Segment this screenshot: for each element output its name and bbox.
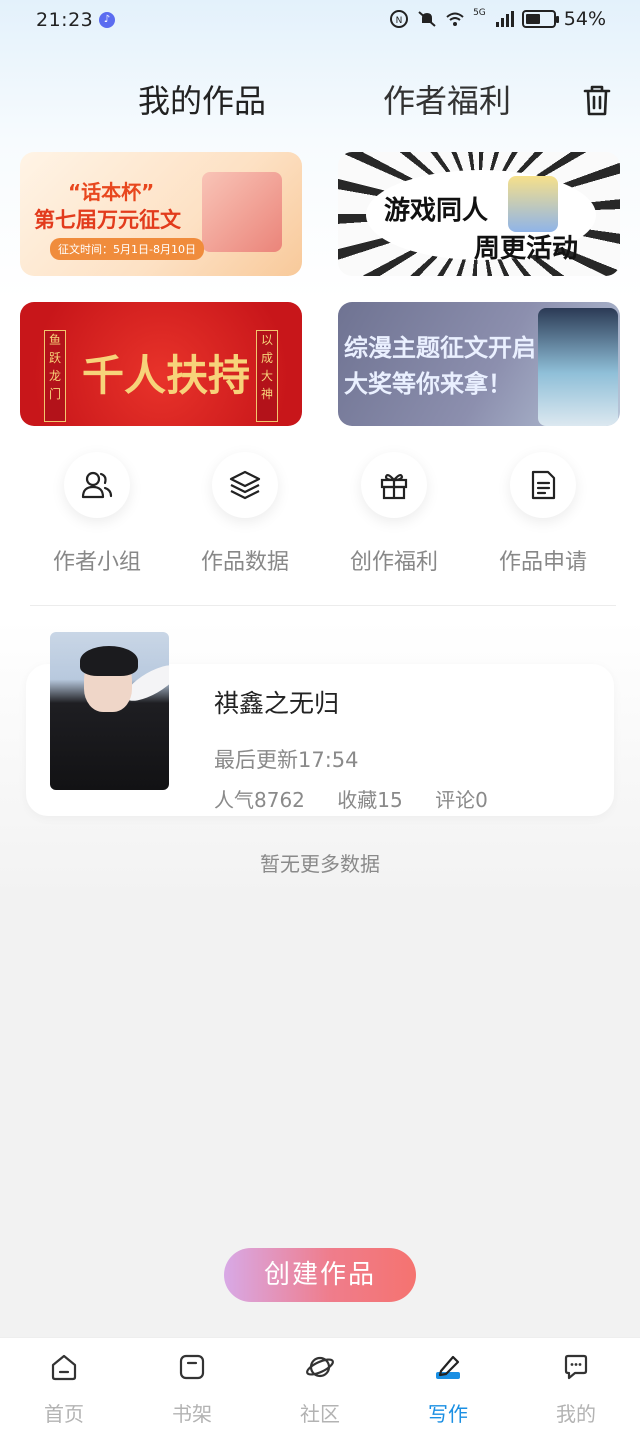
banner-3-line-1: 千人扶持	[82, 351, 251, 400]
banner-1-line-1: “话本杯”	[68, 180, 155, 204]
nav-item-write[interactable]: 写作	[398, 1352, 498, 1427]
status-time: 21:23	[36, 9, 94, 31]
work-last-updated: 最后更新17:54	[214, 748, 359, 772]
nav-label: 社区	[300, 1402, 340, 1426]
nav-label: 我的	[556, 1402, 596, 1426]
work-cover-image[interactable]	[50, 632, 169, 790]
home-icon	[51, 1354, 77, 1381]
work-popularity: 人气8762	[214, 788, 305, 812]
nav-item-community[interactable]: 社区	[270, 1352, 370, 1427]
trash-icon[interactable]	[580, 82, 614, 118]
action-label: 作品数据	[200, 550, 289, 575]
tab-my-works[interactable]: 我的作品	[138, 76, 266, 122]
no-more-data-text: 暂无更多数据	[260, 852, 380, 876]
action-work-application[interactable]: 作品申请	[478, 452, 608, 582]
tab-author-welfare[interactable]: 作者福利	[383, 76, 511, 122]
music-note-icon: ♪	[99, 12, 115, 28]
nfc-icon: N	[390, 10, 409, 28]
anime-character-illustration	[508, 176, 558, 232]
bottom-nav: 首页 书架 社区 写作 我的	[0, 1337, 640, 1433]
planet-icon	[306, 1356, 334, 1378]
action-label: 创作福利	[349, 550, 438, 575]
banner-2-line-1: 游戏同人	[384, 196, 489, 226]
banner-3-right-scroll: 以成大神	[256, 330, 278, 422]
layers-icon	[229, 470, 261, 500]
nav-item-bookshelf[interactable]: 书架	[142, 1352, 242, 1427]
status-bar: 21:23 ♪ N 5G 54%	[0, 0, 640, 44]
document-icon	[531, 470, 556, 500]
nav-label: 首页	[44, 1402, 84, 1426]
banner-4-line-2: 大奖等你来拿！	[344, 369, 512, 398]
battery-text: 54%	[563, 8, 606, 30]
anime-girl-illustration	[538, 308, 618, 426]
action-label: 作品申请	[498, 550, 587, 575]
svg-text:N: N	[396, 16, 403, 26]
signal-icon	[495, 11, 514, 27]
banner-1-line-3: 征文时间：5月1日-8月10日	[50, 238, 204, 260]
cover-hair	[80, 646, 138, 676]
work-comments: 评论0	[435, 788, 488, 812]
battery-icon	[521, 10, 559, 28]
action-author-group[interactable]: 作者小组	[32, 452, 162, 582]
bookshelf-icon	[179, 1354, 205, 1380]
action-creation-welfare[interactable]: 创作福利	[329, 452, 459, 582]
nav-item-mine[interactable]: 我的	[526, 1352, 626, 1427]
users-icon	[81, 471, 113, 499]
create-work-button[interactable]: 创建作品	[224, 1248, 416, 1302]
divider	[30, 605, 616, 606]
work-favorites: 收藏15	[337, 788, 403, 812]
mute-bell-icon	[418, 11, 436, 27]
nav-label: 写作	[428, 1402, 468, 1426]
nav-item-home[interactable]: 首页	[14, 1352, 114, 1427]
banner-3-left-scroll: 鱼跃龙门	[44, 330, 66, 422]
banner-game-fanfic[interactable]: 游戏同人 周更活动	[338, 152, 620, 276]
banner-2-line-2: 周更活动	[474, 234, 579, 264]
gift-icon	[380, 473, 408, 500]
banner-essay-contest[interactable]: “话本杯” 第七届万元征文 征文时间：5月1日-8月10日	[20, 152, 302, 276]
work-title[interactable]: 祺鑫之无归	[214, 684, 339, 720]
action-label: 作者小组	[52, 550, 141, 575]
pen-icon	[436, 1355, 460, 1379]
banner-thousand-support[interactable]: 鱼跃龙门 千人扶持 以成大神	[20, 302, 302, 426]
banner-1-line-2: 第七届万元征文	[34, 208, 181, 232]
books-illustration	[202, 172, 282, 252]
work-stats: 人气8762 收藏15 评论0	[214, 784, 514, 813]
battery-fill	[525, 14, 540, 24]
action-work-data[interactable]: 作品数据	[180, 452, 310, 582]
header: 我的作品 作者福利	[0, 60, 640, 132]
wifi-icon	[446, 12, 464, 26]
network-badge: 5G	[473, 8, 486, 18]
status-icons: N 5G 54%	[389, 8, 606, 30]
nav-label: 书架	[172, 1402, 212, 1426]
banner-anime-contest[interactable]: 综漫主题征文开启 大奖等你来拿！	[338, 302, 620, 426]
chat-icon	[564, 1354, 588, 1380]
banner-4-line-1: 综漫主题征文开启	[344, 333, 536, 362]
